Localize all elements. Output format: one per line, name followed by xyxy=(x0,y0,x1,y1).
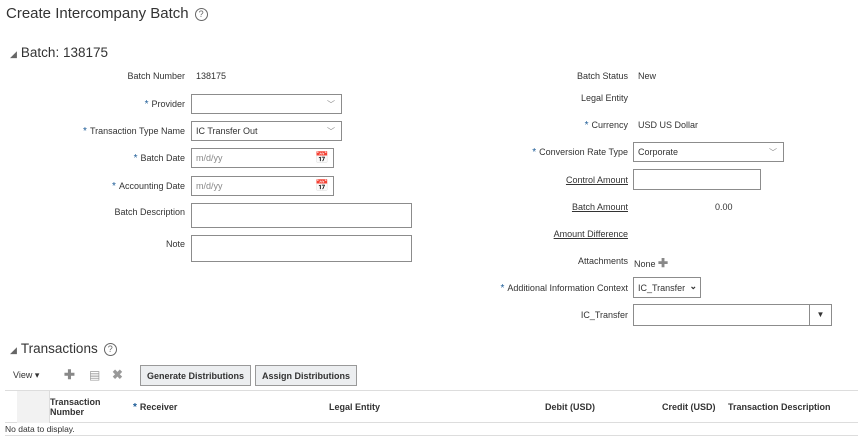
view-menu[interactable]: View ▾ xyxy=(13,370,39,381)
ic-transfer-label: IC_Transfer xyxy=(580,310,628,320)
batch-status-label: Batch Status xyxy=(576,71,628,81)
additional-context-select[interactable]: IC_Transfer ⌄ xyxy=(633,277,701,298)
currency-value: USD US Dollar xyxy=(638,120,699,130)
conversion-rate-type-select[interactable]: Corporate ﹀ xyxy=(633,142,784,162)
chevron-down-icon: ﹀ xyxy=(327,127,335,136)
row-selector-column xyxy=(17,391,50,423)
amount-difference-label[interactable]: Amount Difference xyxy=(554,229,628,239)
batch-description-textarea[interactable] xyxy=(191,203,412,228)
transaction-type-select[interactable]: IC Transfer Out ﹀ xyxy=(191,121,342,141)
batch-number-value: 138175 xyxy=(196,71,227,81)
delete-icon[interactable]: ✖ xyxy=(112,367,123,383)
conversion-rate-type-label: * Conversion Rate Type xyxy=(532,147,628,158)
add-icon[interactable]: ✚ xyxy=(64,367,75,383)
batch-date-label: * Batch Date xyxy=(133,153,185,164)
column-transaction-number[interactable]: Transaction Number xyxy=(50,397,120,417)
batch-amount-label[interactable]: Batch Amount xyxy=(572,202,628,212)
legal-entity-label: Legal Entity xyxy=(580,93,628,103)
note-label: Note xyxy=(165,239,185,249)
accounting-date-label: * Accounting Date xyxy=(112,181,185,192)
batch-description-label: Batch Description xyxy=(114,207,185,217)
additional-context-label: * Additional Information Context xyxy=(500,283,628,294)
help-icon[interactable]: ? xyxy=(194,8,208,21)
attachments-value: None ✚ xyxy=(634,256,669,270)
dropdown-icon[interactable]: ▼ xyxy=(809,305,831,325)
collapse-icon[interactable]: ◢ xyxy=(10,49,17,59)
help-icon[interactable]: ? xyxy=(103,343,117,356)
attachments-label: Attachments xyxy=(577,256,628,266)
collapse-icon[interactable]: ◢ xyxy=(10,345,17,355)
table-header: Transaction Number * Receiver Legal Entit… xyxy=(5,390,858,423)
column-legal-entity[interactable]: Legal Entity xyxy=(329,402,380,412)
empty-table-message: No data to display. xyxy=(5,424,75,434)
page-title: Create Intercompany Batch? xyxy=(6,5,208,22)
provider-select[interactable]: ﹀ xyxy=(191,94,342,114)
transaction-type-label: * Transaction Type Name xyxy=(83,126,185,137)
transactions-section-header[interactable]: ◢ Transactions? xyxy=(10,341,117,356)
batch-amount-value: 0.00 xyxy=(715,202,733,212)
generate-distributions-button[interactable]: Generate Distributions xyxy=(140,365,252,386)
chevron-down-icon: ⌄ xyxy=(689,281,697,291)
add-attachment-icon[interactable]: ✚ xyxy=(658,256,668,270)
calendar-icon[interactable]: 📅 xyxy=(315,179,329,192)
assign-distributions-button[interactable]: Assign Distributions xyxy=(255,365,358,386)
provider-label: * Provider xyxy=(144,99,185,110)
batch-number-label: Batch Number xyxy=(127,71,185,81)
ic-transfer-select[interactable]: ▼ xyxy=(633,304,832,326)
calendar-icon[interactable]: 📅 xyxy=(315,151,329,164)
note-textarea[interactable] xyxy=(191,235,412,262)
chevron-down-icon: ﹀ xyxy=(327,100,335,109)
batch-status-value: New xyxy=(638,71,657,81)
details-icon[interactable]: ▤ xyxy=(89,368,100,382)
column-receiver[interactable]: * Receiver xyxy=(133,402,177,413)
currency-label: * Currency xyxy=(584,120,628,131)
column-transaction-description[interactable]: Transaction Description xyxy=(728,402,831,412)
table-divider xyxy=(5,435,858,436)
batch-date-input[interactable]: m/d/yy 📅 xyxy=(191,148,334,168)
control-amount-input[interactable] xyxy=(633,169,761,190)
accounting-date-input[interactable]: m/d/yy 📅 xyxy=(191,176,334,196)
column-debit[interactable]: Debit (USD) xyxy=(545,402,595,412)
batch-section-header[interactable]: ◢ Batch: 138175 xyxy=(10,45,108,60)
control-amount-label[interactable]: Control Amount xyxy=(566,175,628,185)
chevron-down-icon: ﹀ xyxy=(769,148,777,157)
column-credit[interactable]: Credit (USD) xyxy=(662,402,716,412)
